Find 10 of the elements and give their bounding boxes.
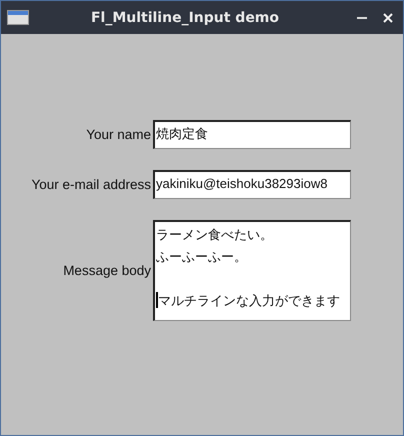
input-field[interactable]: yakiniku@teishoku38293iow8	[153, 170, 351, 199]
close-icon[interactable]	[383, 12, 393, 22]
minimize-icon[interactable]	[357, 16, 367, 18]
field-label: Your e-mail address	[30, 177, 152, 192]
input-field[interactable]: 焼肉定食	[153, 120, 351, 149]
field-label: Message body	[62, 263, 152, 278]
field-label: Your name	[85, 127, 152, 142]
window-icon	[7, 10, 29, 25]
window-title: Fl_Multiline_Input demo	[90, 10, 280, 26]
text-area[interactable]: ラーメン食べたい。 ふーふーふー。 マルチラインな入力ができます	[153, 220, 351, 321]
